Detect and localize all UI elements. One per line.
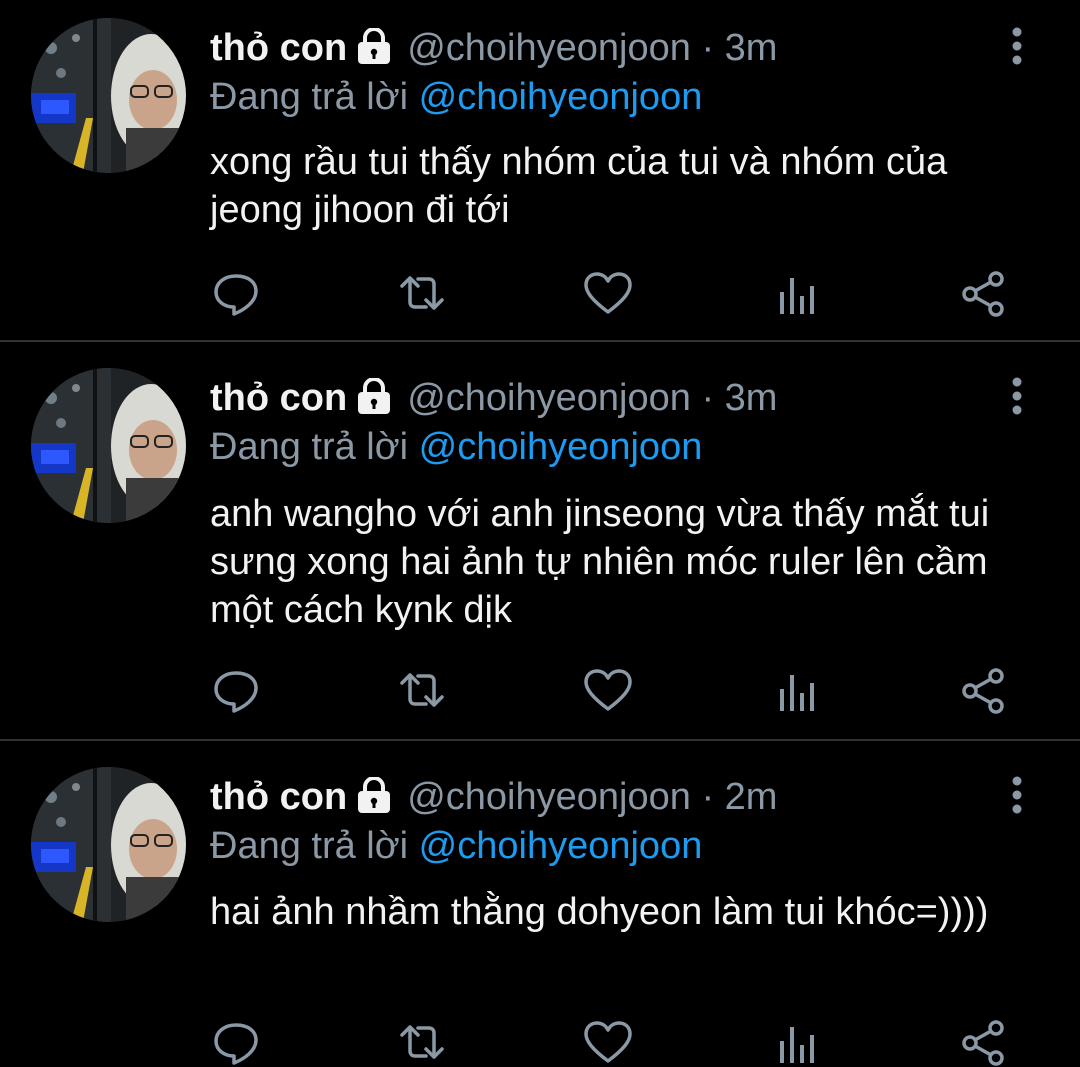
action-bar <box>210 1019 1030 1067</box>
replying-to: Đang trả lời @choihyeonjoon <box>210 824 702 868</box>
replying-prefix: Đang trả lời <box>210 76 409 118</box>
heart-icon[interactable] <box>582 1019 634 1067</box>
separator-dot: · <box>701 377 715 419</box>
more-vertical-icon[interactable] <box>1002 376 1032 416</box>
share-icon[interactable] <box>958 667 1010 715</box>
timestamp[interactable]: 3m <box>725 377 778 419</box>
separator-dot: · <box>701 776 715 818</box>
reply-icon[interactable] <box>210 270 262 318</box>
tweet-text: xong rầu tui thấy nhóm của tui và nhóm c… <box>210 141 948 231</box>
avatar-photo <box>31 767 186 922</box>
avatar[interactable] <box>31 18 186 173</box>
share-icon[interactable] <box>958 270 1010 318</box>
lock-icon <box>358 777 391 813</box>
mention-link[interactable]: @choihyeonjoon <box>419 76 703 118</box>
analytics-icon[interactable] <box>772 1019 824 1067</box>
author-name[interactable]: thỏ con <box>210 27 347 69</box>
avatar-photo <box>31 18 186 173</box>
action-bar <box>210 270 1030 318</box>
share-icon[interactable] <box>958 1019 1010 1067</box>
tweet-header: thỏ con @choihyeonjoon · 2m <box>210 775 777 819</box>
heart-icon[interactable] <box>582 667 634 715</box>
tweet-text: anh wangho với anh jinseong vừa thấy mắt… <box>210 493 990 631</box>
more-vertical-icon[interactable] <box>1002 775 1032 815</box>
heart-icon[interactable] <box>582 270 634 318</box>
reply-icon[interactable] <box>210 1019 262 1067</box>
action-bar <box>210 667 1030 715</box>
replying-to: Đang trả lời @choihyeonjoon <box>210 75 702 119</box>
timestamp[interactable]: 3m <box>725 27 778 69</box>
avatar-photo <box>31 368 186 523</box>
mention-link[interactable]: @choihyeonjoon <box>419 426 703 468</box>
mention-link[interactable]: @choihyeonjoon <box>419 825 703 867</box>
timestamp[interactable]: 2m <box>725 776 778 818</box>
divider <box>0 739 1080 741</box>
avatar[interactable] <box>31 767 186 922</box>
retweet-icon[interactable] <box>396 667 448 715</box>
tweet-text: hai ảnh nhầm thằng dohyeon làm tui khóc=… <box>210 891 989 933</box>
author-handle[interactable]: @choihyeonjoon <box>407 776 691 818</box>
replying-prefix: Đang trả lời <box>210 426 409 468</box>
replying-to: Đang trả lời @choihyeonjoon <box>210 425 702 469</box>
more-vertical-icon[interactable] <box>1002 26 1032 66</box>
author-handle[interactable]: @choihyeonjoon <box>407 27 691 69</box>
reply-icon[interactable] <box>210 667 262 715</box>
author-handle[interactable]: @choihyeonjoon <box>407 377 691 419</box>
analytics-icon[interactable] <box>772 667 824 715</box>
avatar[interactable] <box>31 368 186 523</box>
separator-dot: · <box>701 27 715 69</box>
author-name[interactable]: thỏ con <box>210 377 347 419</box>
lock-icon <box>358 28 391 64</box>
divider <box>0 340 1080 342</box>
retweet-icon[interactable] <box>396 270 448 318</box>
analytics-icon[interactable] <box>772 270 824 318</box>
retweet-icon[interactable] <box>396 1019 448 1067</box>
author-name[interactable]: thỏ con <box>210 776 347 818</box>
tweet-header: thỏ con @choihyeonjoon · 3m <box>210 26 777 70</box>
tweet-header: thỏ con @choihyeonjoon · 3m <box>210 376 777 420</box>
replying-prefix: Đang trả lời <box>210 825 409 867</box>
lock-icon <box>358 378 391 414</box>
